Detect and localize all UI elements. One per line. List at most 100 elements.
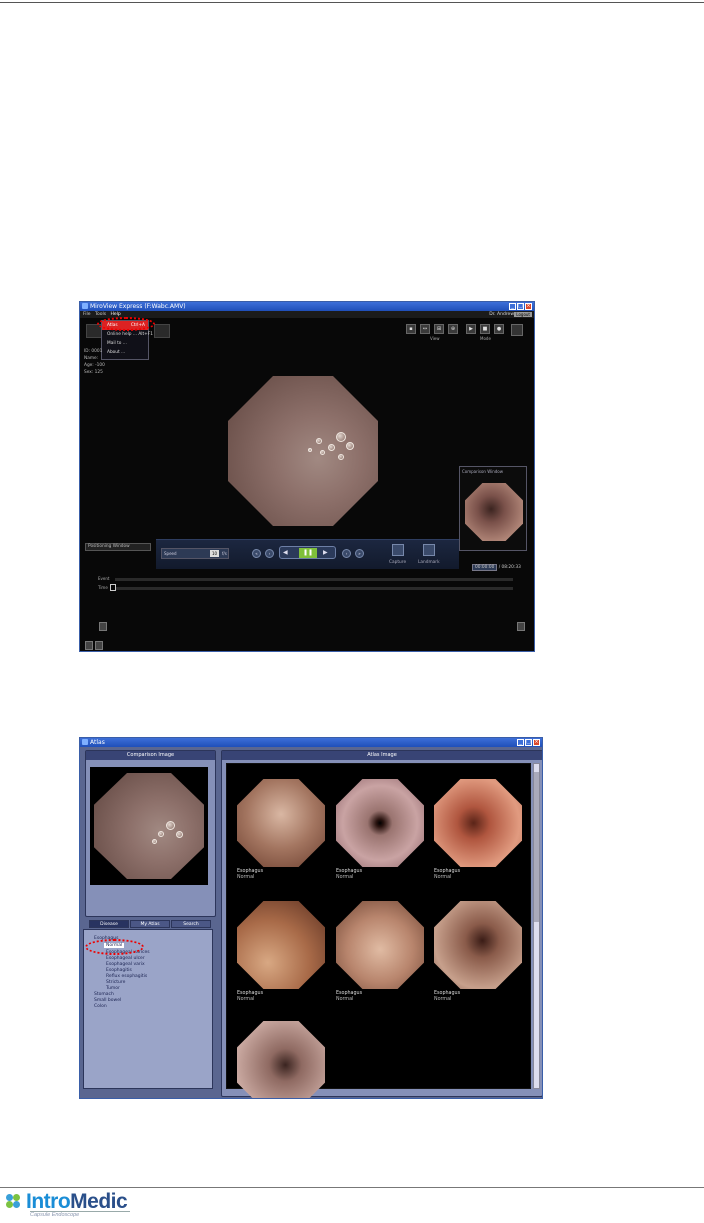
thumbnail-organ: Esophagus (237, 869, 264, 874)
atlas-thumbnail[interactable] (237, 901, 325, 989)
last-frame-icon[interactable]: » (355, 549, 364, 558)
comparison-window: Comparison Window (459, 466, 527, 551)
comparison-image (465, 483, 523, 541)
atlas-image-title: Atlas Image (222, 751, 542, 760)
reverse-play-icon[interactable]: ◀ (283, 549, 288, 556)
bottom-tool-2[interactable] (95, 641, 103, 650)
settings-button[interactable] (511, 324, 523, 336)
comparison-image-panel: Comparison Image (85, 750, 216, 917)
play-mode-icon[interactable]: ▶ (466, 324, 476, 334)
logout-button[interactable]: Logout (514, 312, 532, 317)
record-icon[interactable]: ● (494, 324, 504, 334)
thumbnail-organ: Esophagus (434, 991, 461, 996)
atlas-scrollbar[interactable] (533, 763, 540, 1089)
toolbar-button-report[interactable] (154, 324, 170, 338)
first-frame-icon[interactable]: « (252, 549, 261, 558)
close-icon[interactable]: × (533, 739, 540, 746)
thumbnail-status: Normal (237, 875, 255, 880)
mode-label: Mode (480, 336, 491, 341)
window-title: MiroView Express (F:Wabc.AMV) (90, 303, 186, 310)
logo-tagline: Capsule Endoscope (30, 1211, 130, 1218)
tree-item[interactable]: Stomach (94, 992, 114, 997)
play-icon[interactable]: ▶ (323, 549, 328, 556)
playback-controls: Speed 10 f/s « ‹ ◀ ❚❚ ▶ › » Capture Land… (156, 539, 459, 569)
atlas-image-panel: Atlas Image Esophagus Normal Esophagus N… (221, 750, 542, 1098)
quad-view-icon[interactable]: ⊞ (434, 324, 444, 334)
bottom-tool-1[interactable] (85, 641, 93, 650)
prev-frame-icon[interactable]: ‹ (265, 549, 274, 558)
logo-mark-icon (6, 1194, 26, 1208)
thumbnail-organ: Esophagus (336, 991, 363, 996)
positioning-window-select[interactable]: Positioning Window (85, 543, 151, 551)
tab-disease[interactable]: Disease (89, 920, 129, 928)
comparison-image (94, 773, 204, 879)
camera-mode-icon[interactable]: ■ (480, 324, 490, 334)
tree-item[interactable]: Stricture (106, 980, 125, 985)
atlas-thumbnail[interactable] (336, 901, 424, 989)
left-scroll-button[interactable] (99, 622, 107, 631)
comparison-window-title: Comparison Window (462, 469, 503, 474)
window-titlebar: MiroView Express (F:Wabc.AMV) _ □ × (80, 302, 534, 311)
atlas-app-icon (82, 739, 88, 745)
thumbnail-status: Normal (434, 875, 452, 880)
menu-item-mail-to[interactable]: Mail to ... (102, 339, 148, 348)
tab-search[interactable]: Search (171, 920, 211, 928)
capture-icon[interactable] (392, 544, 404, 556)
atlas-thumbnail[interactable] (237, 1021, 325, 1098)
maximize-icon[interactable]: □ (517, 303, 524, 310)
tab-my-atlas[interactable]: My Atlas (130, 920, 170, 928)
minimize-icon[interactable]: _ (509, 303, 516, 310)
event-track-label: Event (98, 576, 110, 581)
atlas-window: Atlas _ □ × Comparison Image Disease My … (79, 737, 543, 1099)
total-time: / 08:20:33 (498, 565, 521, 570)
patient-age: Age: -100 (84, 363, 105, 368)
menu-item-online-help[interactable]: Online help ... Alt+F1 (102, 330, 153, 339)
landmark-icon[interactable] (423, 544, 435, 556)
menu-item-about[interactable]: About ... (102, 348, 148, 357)
time-track-label: Time (98, 585, 108, 590)
minimize-icon[interactable]: _ (517, 739, 524, 746)
close-icon[interactable]: × (525, 303, 532, 310)
event-track[interactable] (115, 578, 513, 581)
intromedic-logo: IntroMedic Capsule Endoscope (6, 1190, 166, 1220)
atlas-thumbnail[interactable] (237, 779, 325, 867)
tree-item[interactable]: Colon (94, 1004, 107, 1009)
thumbnail-status: Normal (434, 997, 452, 1002)
patient-sex: Sex: 125 (84, 370, 103, 375)
comparison-image-title: Comparison Image (86, 751, 215, 760)
atlas-image-area: Esophagus Normal Esophagus Normal Esopha… (226, 763, 531, 1098)
tree-item[interactable]: Tumor (106, 986, 120, 991)
single-view-icon[interactable]: ▪ (406, 324, 416, 334)
tree-item[interactable]: Small bowel (94, 998, 121, 1003)
timeline-cursor[interactable] (110, 584, 116, 591)
zoom-icon[interactable]: ⊕ (448, 324, 458, 334)
view-controls: ▪ ↔ ⊞ ⊕ View ▶ ■ ● Mode (406, 324, 504, 344)
dual-view-icon[interactable]: ↔ (420, 324, 430, 334)
thumbnail-organ: Esophagus (336, 869, 363, 874)
scrollbar-thumb[interactable] (534, 772, 539, 922)
pause-icon[interactable]: ❚❚ (299, 548, 317, 558)
speed-control[interactable]: Speed 10 f/s (161, 548, 229, 559)
tree-item[interactable]: Esophagitis (106, 968, 132, 973)
thumbnail-organ: Esophagus (434, 869, 461, 874)
maximize-icon[interactable]: □ (525, 739, 532, 746)
tree-item[interactable]: Esophageal varix (106, 962, 145, 967)
user-name: Dr. Andrew (489, 312, 514, 317)
miroview-window: MiroView Express (F:Wabc.AMV) _ □ × File… (79, 301, 535, 652)
patient-info: ID: 0001 Name: Age: -100 Sex: 125 (84, 348, 105, 376)
menu-file[interactable]: File (83, 311, 91, 318)
thumbnail-organ: Esophagus (237, 991, 264, 996)
next-frame-icon[interactable]: › (342, 549, 351, 558)
tree-item[interactable]: Reflux esophagitis (106, 974, 147, 979)
bottom-rule (0, 1187, 704, 1188)
highlight-ellipse (85, 939, 144, 955)
atlas-thumbnail[interactable] (434, 901, 522, 989)
atlas-thumbnail[interactable] (434, 779, 522, 867)
patient-name: Name: (84, 356, 99, 361)
time-track[interactable] (115, 587, 513, 590)
right-scroll-button[interactable] (517, 622, 525, 631)
atlas-thumbnail[interactable] (336, 779, 424, 867)
menu-tools[interactable]: Tools (95, 311, 106, 318)
tree-item[interactable]: Esophageal ulcer (106, 956, 145, 961)
comparison-image-frame (90, 767, 208, 885)
